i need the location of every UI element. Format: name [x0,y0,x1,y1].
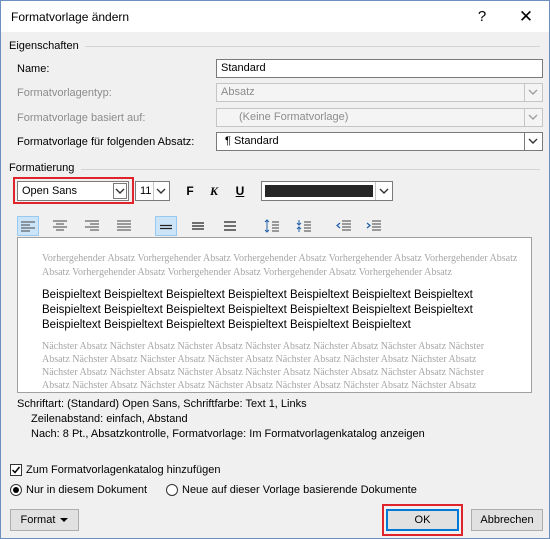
nur-dokument-label[interactable]: Nur in diesem Dokument [26,484,147,496]
justify-button[interactable] [113,216,135,236]
line-spacing-onehalf-button[interactable] [187,216,209,236]
name-label: Name: [17,63,50,75]
align-center-icon [53,220,67,231]
align-right-icon [85,220,99,231]
increase-indent-icon [366,220,381,231]
window-title: Formatvorlage ändern [11,10,130,24]
name-value: Standard [221,62,266,74]
increase-indent-button[interactable] [363,216,385,236]
preview-next-line: Nächster Absatz Nächster Absatz Nächster… [42,367,485,378]
font-family-select[interactable]: Open Sans [17,181,129,201]
align-left-icon [21,221,35,232]
nur-dokument-radio[interactable] [10,484,22,496]
style-description: Schriftart: (Standard) Open Sans, Schrif… [17,397,532,442]
neue-dokumente-label[interactable]: Neue auf dieser Vorlage basierende Dokum… [182,484,417,496]
font-color-select[interactable] [261,181,393,201]
color-swatch [265,185,373,197]
preview-sample-line: Beispieltext Beispieltext Beispieltext B… [42,304,473,316]
preview-next-line: Absatz Nächster Absatz Nächster Absatz N… [42,380,477,391]
help-button[interactable]: ? [467,5,497,29]
preview-next-line: Nächster Absatz Nächster Absatz Nächster… [42,341,485,352]
preview-next-line: Absatz Nächster Absatz Nächster Absatz N… [42,354,477,365]
preview-previous-line: Absatz Vorhergehender Absatz Vorhergehen… [42,267,452,278]
chevron-down-icon [524,84,542,101]
format-menu-button[interactable]: Format [10,509,79,531]
title-bar: Formatvorlage ändern ? ✕ [1,1,549,32]
ok-button[interactable]: OK [386,509,459,531]
line-spacing-double-icon [224,221,236,231]
line-spacing-onehalf-icon [192,222,204,230]
caret-down-icon [60,517,69,522]
align-left-button[interactable] [17,216,39,236]
preview-previous-line: Vorhergehender Absatz Vorhergehender Abs… [42,253,518,264]
space-after-icon [296,220,311,232]
justify-icon [117,220,131,231]
bold-button[interactable]: F [179,181,201,201]
italic-button[interactable]: K [203,181,225,201]
typ-label: Formatvorlagentyp: [17,87,112,99]
chevron-down-icon [524,133,542,150]
space-before-decrease-button[interactable] [293,216,315,236]
eigenschaften-header: Eigenschaften [9,40,83,52]
space-before-increase-button[interactable] [261,216,283,236]
basiert-label: Formatvorlage basiert auf: [17,112,146,124]
folgend-value: ¶ Standard [225,135,279,147]
basiert-value: (Keine Formatvorlage) [239,111,349,123]
space-before-icon [264,219,279,233]
name-input[interactable]: Standard [216,59,543,78]
align-center-button[interactable] [49,216,71,236]
neue-dokumente-radio[interactable] [166,484,178,496]
typ-select[interactable]: Absatz [216,83,543,102]
decrease-indent-icon [336,220,351,231]
katalog-checkbox[interactable] [10,464,22,476]
basiert-select[interactable]: (Keine Formatvorlage) [216,108,543,127]
chevron-down-icon [153,182,169,200]
style-preview: Vorhergehender Absatz Vorhergehender Abs… [17,237,532,393]
katalog-label[interactable]: Zum Formatvorlagenkatalog hinzufügen [26,464,220,476]
radio-dot-icon [13,487,19,493]
formatvorlage-dialog: Formatvorlage ändern ? ✕ Eigenschaften N… [0,0,550,539]
font-size-value: 11 [140,185,152,197]
eigenschaften-separator [85,46,540,47]
formatierung-separator [81,169,540,170]
chevron-down-icon [113,183,127,199]
description-line: Schriftart: (Standard) Open Sans, Schrif… [17,398,307,410]
chevron-down-icon [524,109,542,126]
decrease-indent-button[interactable] [333,216,355,236]
line-spacing-single-icon [160,224,172,230]
abbrechen-button[interactable]: Abbrechen [471,509,543,531]
font-size-select[interactable]: 11 [135,181,170,201]
line-spacing-double-button[interactable] [219,216,241,236]
line-spacing-single-button[interactable] [155,216,177,236]
checkmark-icon [11,466,21,474]
folgend-label: Formatvorlage für folgenden Absatz: [17,136,195,148]
align-right-button[interactable] [81,216,103,236]
chevron-down-icon [375,182,392,200]
typ-value: Absatz [221,86,255,98]
preview-sample-line: Beispieltext Beispieltext Beispieltext B… [42,289,473,301]
folgend-select[interactable]: ¶ Standard [216,132,543,151]
formatierung-header: Formatierung [9,162,79,174]
close-button[interactable]: ✕ [511,5,541,29]
format-button-label: Format [20,514,56,526]
font-family-value: Open Sans [22,185,78,197]
description-line: Nach: 8 Pt., Absatzkontrolle, Formatvorl… [31,428,425,440]
underline-button[interactable]: U [229,181,251,201]
description-line: Zeilenabstand: einfach, Abstand [31,413,188,425]
preview-sample-line: Beispieltext Beispieltext Beispieltext B… [42,319,411,331]
